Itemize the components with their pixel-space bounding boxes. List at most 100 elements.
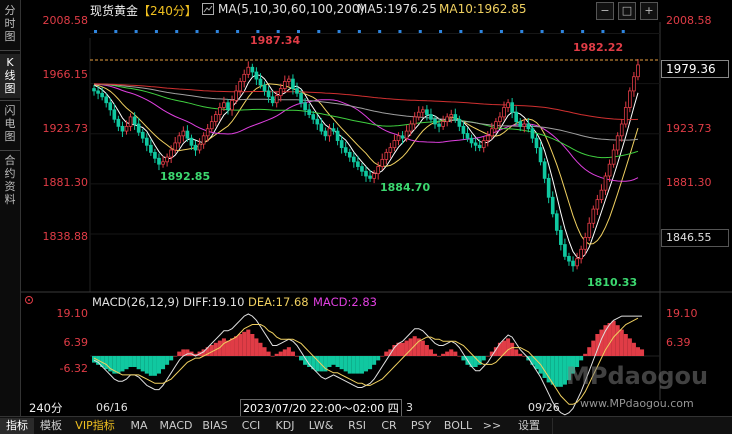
macd-bar <box>420 340 425 356</box>
candle <box>587 222 592 238</box>
macd-bar <box>603 325 608 356</box>
candle <box>583 237 588 250</box>
macd-bar <box>615 325 620 356</box>
macd-bar <box>457 356 462 357</box>
tab-rsi[interactable]: RSI <box>340 418 375 434</box>
tab-templates[interactable]: 模板 <box>34 418 69 434</box>
macd-bar <box>583 353 588 356</box>
macd-bar <box>351 356 356 374</box>
tab-more[interactable]: >> <box>478 418 507 434</box>
candle <box>157 157 161 165</box>
signal-mark <box>581 30 585 33</box>
macd-bar <box>607 323 612 356</box>
macd-bar <box>554 356 559 387</box>
signal-mark <box>357 30 361 33</box>
tab-vip-indicators[interactable]: VIP指标 <box>68 418 123 434</box>
high-annotation: 1982.22 <box>573 41 624 54</box>
low-annotation: 1892.85 <box>160 170 211 183</box>
candle <box>388 147 393 153</box>
tab-kdj[interactable]: KDJ <box>268 418 303 434</box>
tab-bias[interactable]: BIAS <box>196 418 235 434</box>
candle <box>546 177 551 198</box>
candle <box>615 135 620 151</box>
signal-mark <box>154 30 158 33</box>
macd-bar <box>359 356 364 374</box>
candle <box>449 114 454 118</box>
tab-flash-label: 闪电图 <box>4 104 16 143</box>
signal-mark <box>276 30 280 33</box>
candle <box>623 107 628 125</box>
macd-bar <box>230 338 235 356</box>
candle <box>128 116 133 127</box>
macd-bar <box>262 347 267 356</box>
candle <box>246 66 251 75</box>
candle <box>632 76 636 92</box>
macd-diff: DIFF:19.10 <box>183 295 245 309</box>
zoom-in-button[interactable]: + <box>640 2 658 20</box>
candle <box>295 88 299 94</box>
candle <box>185 130 190 139</box>
candle <box>327 128 332 137</box>
candle <box>380 159 385 167</box>
macd-bar <box>635 347 640 356</box>
candle <box>396 135 401 141</box>
macd-bar <box>246 329 251 356</box>
macd-bar <box>225 340 231 356</box>
macd-bar <box>116 356 121 374</box>
ma-params: MA(5,10,30,60,100,200) <box>218 2 365 16</box>
macd-bar <box>120 356 125 372</box>
macd-bar <box>424 345 429 356</box>
tab-time-share[interactable]: 分时图 <box>0 4 20 46</box>
tab-contract-info[interactable]: 合约资料 <box>0 154 20 214</box>
tab-cr[interactable]: CR <box>374 418 405 434</box>
signal-mark <box>256 30 260 33</box>
tab-label: KDJ <box>275 419 295 432</box>
macd-bar <box>640 349 645 356</box>
candle <box>490 128 494 137</box>
signal-mark <box>195 30 199 33</box>
ma-settings-icon[interactable] <box>202 3 214 15</box>
tab-settings[interactable]: 设置 <box>506 418 553 434</box>
candle <box>140 131 145 139</box>
macd-settings-icon[interactable] <box>24 295 34 305</box>
candle <box>404 130 409 139</box>
tab-psy[interactable]: PSY <box>404 418 439 434</box>
tab-lwr[interactable]: LW& <box>302 418 341 434</box>
macd-bar <box>242 331 247 356</box>
candle <box>339 140 344 149</box>
macd-bar <box>177 351 182 356</box>
tab-macd[interactable]: MACD <box>156 418 197 434</box>
macd-left-tick: -6.32 <box>59 362 88 375</box>
tab-flash[interactable]: 闪电图 <box>0 104 20 148</box>
candle <box>514 111 519 123</box>
candle <box>323 130 328 137</box>
candle <box>104 96 109 104</box>
macd-bar <box>627 338 632 356</box>
zoom-out-button[interactable]: − <box>596 2 614 20</box>
tab-cci[interactable]: CCI <box>234 418 269 434</box>
candle <box>153 151 157 159</box>
candle <box>258 78 263 86</box>
candle <box>108 102 113 111</box>
candle <box>266 90 271 98</box>
signal-mark <box>378 30 382 33</box>
candle <box>238 81 242 92</box>
macd-bar <box>587 347 592 356</box>
divider <box>0 150 20 151</box>
candle <box>360 166 364 172</box>
candle <box>400 135 405 139</box>
candle <box>526 123 531 130</box>
tab-ma[interactable]: MA <box>122 418 157 434</box>
candle <box>575 258 579 267</box>
chart-canvas[interactable] <box>0 0 732 418</box>
candle <box>628 90 632 108</box>
restore-button[interactable]: □ <box>618 2 636 20</box>
macd-bar <box>388 349 393 356</box>
tab-boll[interactable]: BOLL <box>438 418 479 434</box>
tab-indicators[interactable]: 指标 <box>0 418 35 434</box>
tab-kline[interactable]: K线图 <box>0 54 20 98</box>
period-selector[interactable]: 240分 ▼ <box>29 400 67 429</box>
macd-bar <box>384 351 389 356</box>
macd-bar <box>278 351 283 356</box>
macd-bar <box>152 356 157 376</box>
